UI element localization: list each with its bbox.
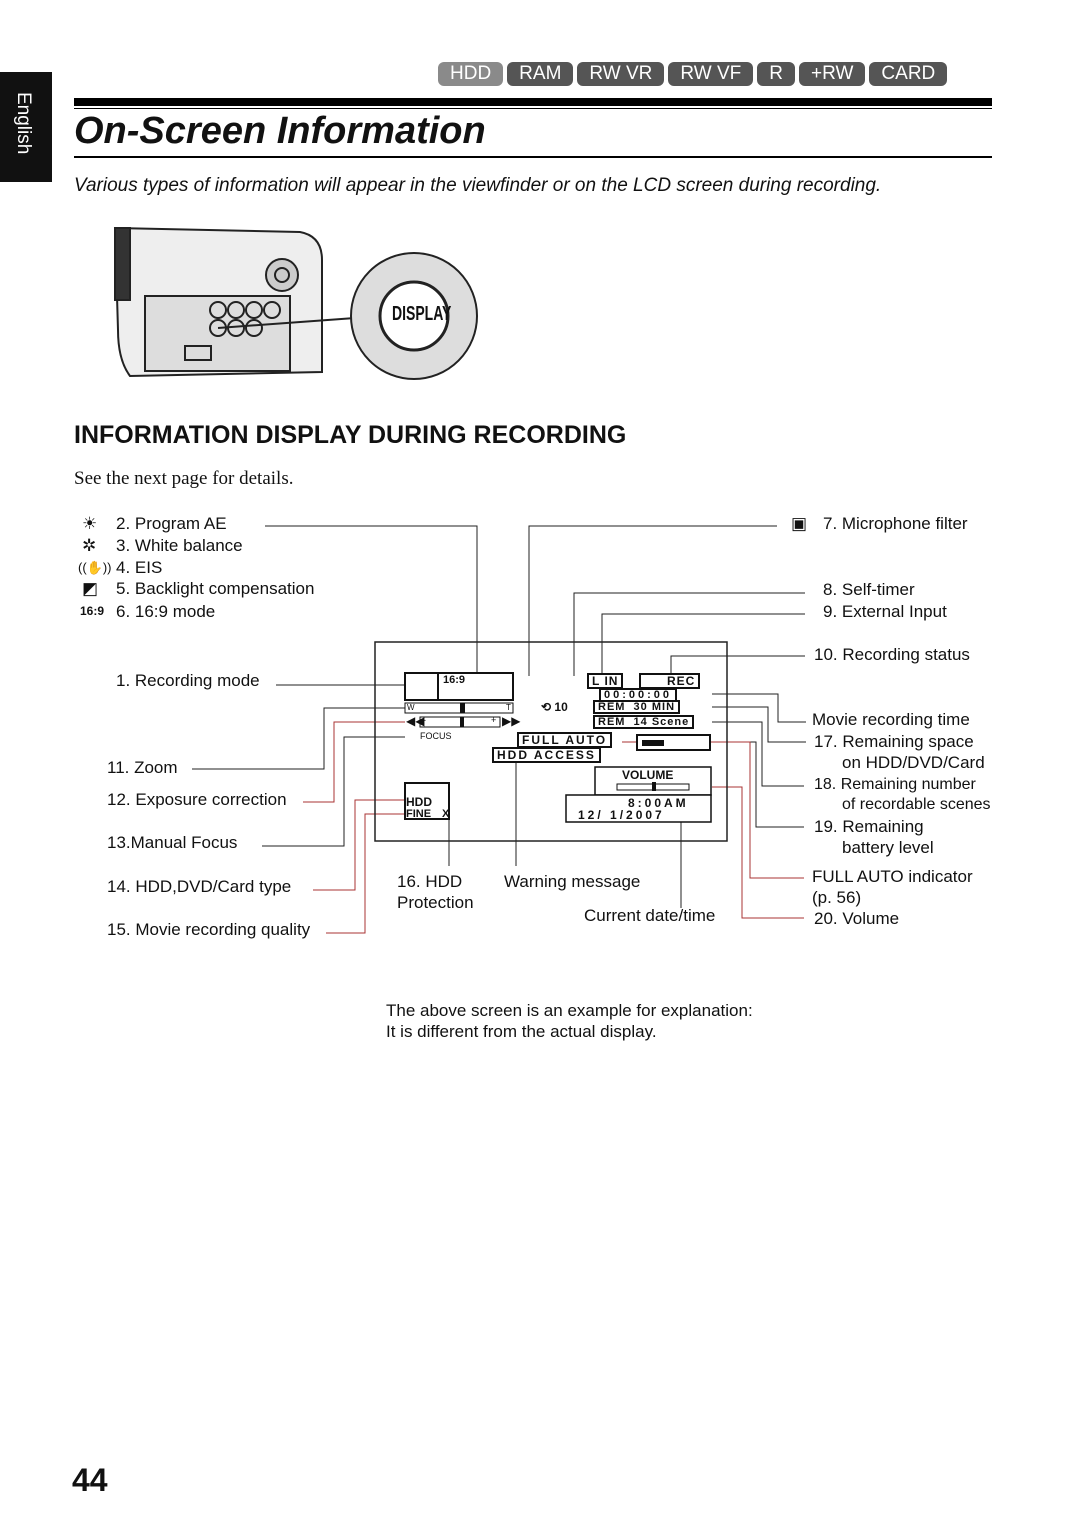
backlight-icon: ◩ bbox=[82, 579, 99, 598]
label-recording-mode: 1. Recording mode bbox=[116, 671, 260, 690]
osd-zoom-t: T bbox=[506, 703, 511, 712]
label-volume: 20. Volume bbox=[814, 909, 900, 928]
recording-mode-icon bbox=[404, 672, 439, 701]
label-rec-status: 10. Recording status bbox=[814, 645, 970, 664]
osd-rem-min: REM 30 MIN bbox=[593, 700, 681, 714]
label-warning: Warning message bbox=[504, 872, 641, 891]
caption-line: It is different from the actual display. bbox=[386, 1022, 657, 1041]
label-16-9: 6. 16:9 mode bbox=[116, 602, 216, 621]
osd-exposure-plus-icon: ▶▶ bbox=[502, 714, 521, 728]
label-hdd-protection: 16. HDD bbox=[397, 872, 463, 891]
label-movie-time: Movie recording time bbox=[812, 710, 970, 729]
label-media-type: 14. HDD,DVD/Card type bbox=[107, 877, 292, 896]
osd-protect: X bbox=[442, 808, 450, 820]
label-manual-focus: 13.Manual Focus bbox=[107, 833, 238, 852]
label-battery-2: battery level bbox=[842, 838, 934, 857]
osd-exposure-minus-icon: ◀◀ bbox=[406, 714, 425, 728]
osd-timer-value: 10 bbox=[554, 700, 568, 714]
osd-media: HDD bbox=[406, 795, 432, 809]
osd-full-auto: FULL AUTO bbox=[517, 732, 613, 748]
osd-self-timer: ⟲ 10 bbox=[541, 700, 568, 714]
osd-plus: + bbox=[491, 715, 497, 725]
label-external-input: 9. External Input bbox=[823, 602, 947, 621]
label-full-auto: FULL AUTO indicator bbox=[812, 867, 973, 886]
eis-icon: ((✋)) bbox=[78, 560, 112, 575]
osd-volume: VOLUME bbox=[622, 768, 674, 782]
label-white-balance: 3. White balance bbox=[116, 536, 243, 555]
osd-quality: FINE bbox=[406, 808, 432, 820]
label-quality: 15. Movie recording quality bbox=[107, 920, 311, 939]
label-full-auto-page: (p. 56) bbox=[812, 888, 862, 907]
osd-focus: FOCUS bbox=[420, 731, 452, 741]
camcorder-illustration bbox=[113, 226, 356, 378]
white-balance-icon: ✲ bbox=[82, 536, 97, 555]
section-heading: INFORMATION DISPLAY DURING RECORDING bbox=[74, 421, 627, 449]
osd-minus: - bbox=[423, 715, 426, 725]
page-number: 44 bbox=[72, 1462, 108, 1498]
label-remaining-space-2: on HDD/DVD/Card bbox=[842, 753, 985, 772]
osd-aspect: 16:9 bbox=[443, 674, 466, 686]
aspect-icon: 16:9 bbox=[80, 604, 105, 618]
microphone-filter-icon: ▣ bbox=[791, 514, 808, 533]
manual-page: English HDD RAM RW VR RW VF R +RW CARD O… bbox=[0, 0, 1080, 1529]
label-battery: 19. Remaining bbox=[814, 817, 924, 836]
label-remaining-space: 17. Remaining space bbox=[814, 732, 974, 751]
osd-zoom-w: W bbox=[407, 703, 415, 712]
label-date-time: Current date/time bbox=[584, 906, 716, 925]
osd-date: 12/ 1/2007 bbox=[578, 808, 665, 822]
osd-rec: REC bbox=[639, 673, 701, 689]
display-button-label: DISPLAY bbox=[392, 303, 452, 325]
osd-rem-scene: REM 14 Scene bbox=[593, 715, 695, 729]
label-self-timer: 8. Self-timer bbox=[823, 580, 915, 599]
zoom-bar bbox=[404, 702, 514, 714]
caption-line: The above screen is an example for expla… bbox=[386, 1001, 753, 1020]
label-hdd-protection-2: Protection bbox=[397, 893, 474, 912]
label-zoom: 11. Zoom bbox=[107, 758, 178, 777]
caption: The above screen is an example for expla… bbox=[386, 1000, 753, 1042]
program-ae-icon: ☀ bbox=[82, 514, 98, 533]
label-mic-filter: 7. Microphone filter bbox=[823, 514, 968, 533]
label-program-ae: 2. Program AE bbox=[116, 514, 227, 533]
label-backlight: 5. Backlight compensation bbox=[116, 579, 315, 598]
osd-hdd-access: HDD ACCESS bbox=[492, 747, 601, 763]
label-exposure: 12. Exposure correction bbox=[107, 790, 287, 809]
label-remaining-scenes: 18. Remaining number bbox=[814, 776, 976, 793]
see-next-page-text: See the next page for details. bbox=[74, 468, 294, 489]
label-remaining-scenes-2: of recordable scenes bbox=[842, 796, 991, 813]
label-eis: 4. EIS bbox=[116, 558, 163, 577]
osd-line-in: L IN bbox=[587, 673, 624, 689]
